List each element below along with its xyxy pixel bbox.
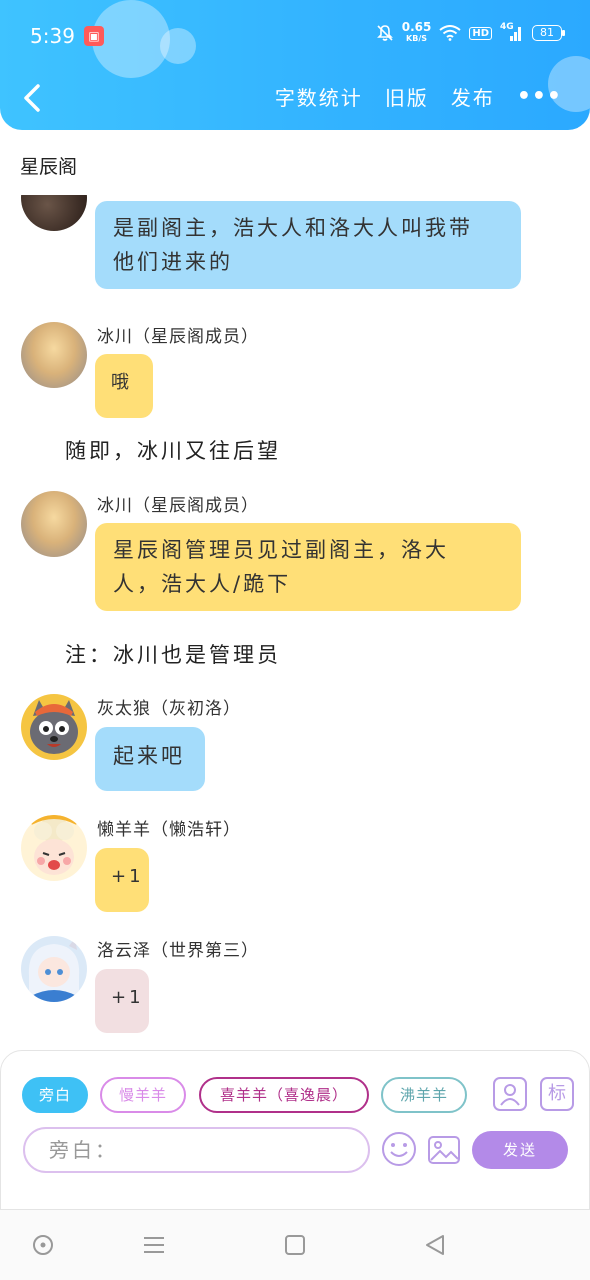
chat-area[interactable]: 是副阁主，浩大人和洛大人叫我带 他们进来的 冰川（星辰阁成员） 哦 随即，冰川又… — [0, 195, 590, 1050]
message-line: 是副阁主，浩大人和洛大人叫我带 — [113, 216, 473, 240]
message-line: +1 — [111, 987, 144, 1008]
role-chip-man-yang-yang[interactable]: 慢羊羊 — [100, 1077, 186, 1113]
word-count-button[interactable]: 字数统计 — [275, 82, 363, 111]
top-header: 5:39 ▣ 0.65 KB/S HD 4G 81 字数统计 旧版 发布 ••• — [0, 0, 590, 130]
role-chip-xi-yang-yang[interactable]: 喜羊羊（喜逸晨） — [199, 1077, 369, 1113]
net-speed: 0.65 KB/S — [401, 20, 432, 44]
toolbar: 字数统计 旧版 发布 ••• — [0, 78, 590, 118]
sheep-avatar[interactable] — [21, 815, 87, 881]
message-bubble[interactable]: +1 — [95, 848, 149, 912]
clock: 5:39 — [30, 24, 75, 48]
mute-bell-icon — [376, 25, 393, 41]
narration-text: 注：冰川也是管理员 — [65, 643, 281, 667]
label-button[interactable]: 标 — [540, 1077, 574, 1111]
message-line: 起来吧 — [113, 744, 185, 768]
status-bar: 5:39 ▣ 0.65 KB/S HD 4G 81 — [0, 18, 590, 54]
triangle-back-icon — [426, 1235, 444, 1255]
person-icon — [500, 1084, 520, 1106]
sender-name: 灰太狼（灰初洛） — [97, 699, 241, 719]
net-speed-value: 0.65 — [401, 20, 432, 34]
system-nav-bar — [0, 1210, 590, 1280]
role-chip-narration[interactable]: 旁白 — [22, 1077, 88, 1113]
sender-name: 懒羊羊（懒浩轩） — [97, 820, 241, 840]
character-face-icon — [28, 938, 80, 1002]
avatar[interactable] — [21, 195, 87, 231]
message-line: 人，浩大人/跪下 — [113, 572, 292, 596]
chevron-left-icon — [24, 84, 40, 112]
battery-indicator: 81 — [532, 25, 565, 41]
message-bubble[interactable]: 哦 — [95, 354, 153, 418]
image-icon — [428, 1136, 460, 1164]
message-input[interactable]: 旁白： — [23, 1127, 370, 1173]
assistant-button[interactable] — [30, 1232, 56, 1258]
back-button[interactable] — [18, 80, 58, 116]
character-select-button[interactable] — [493, 1077, 527, 1111]
wolf-face-icon — [30, 700, 78, 754]
old-version-button[interactable]: 旧版 — [385, 82, 429, 111]
app-notification-icon: ▣ — [84, 26, 104, 46]
sender-name: 冰川（星辰阁成员） — [97, 327, 259, 347]
sheep-face-icon — [30, 815, 78, 875]
smiley-icon — [382, 1132, 416, 1166]
image-button[interactable] — [427, 1133, 461, 1167]
message-line: 他们进来的 — [113, 250, 233, 274]
sender-name: 冰川（星辰阁成员） — [97, 496, 259, 516]
square-icon — [285, 1235, 305, 1255]
avatar[interactable] — [21, 491, 87, 557]
net-speed-unit: KB/S — [406, 34, 428, 43]
message-line: 哦 — [111, 372, 132, 393]
role-chip-fei-yang-yang[interactable]: 沸羊羊 — [381, 1077, 467, 1113]
send-button[interactable]: 发送 — [472, 1131, 568, 1169]
emoji-button[interactable] — [381, 1131, 417, 1167]
toolbar-actions: 字数统计 旧版 发布 ••• — [275, 82, 562, 111]
avatar[interactable] — [21, 322, 87, 388]
more-menu-button[interactable]: ••• — [517, 84, 562, 109]
channel-title: 星辰阁 — [20, 156, 78, 178]
label-icon-text: 标 — [548, 1083, 566, 1104]
circle-dot-icon — [33, 1235, 53, 1255]
hamburger-icon — [144, 1237, 164, 1253]
message-bubble[interactable]: +1 — [95, 969, 149, 1033]
message-bubble[interactable]: 起来吧 — [95, 727, 205, 791]
message-bubble[interactable]: 星辰阁管理员见过副阁主，洛大 人，浩大人/跪下 — [95, 523, 521, 611]
menu-button[interactable] — [141, 1232, 167, 1258]
narration-text: 随即，冰川又往后望 — [65, 439, 281, 463]
status-icons: 0.65 KB/S HD 4G 81 — [376, 20, 565, 44]
publish-button[interactable]: 发布 — [451, 82, 495, 111]
hd-badge: HD — [469, 26, 492, 40]
wifi-icon — [439, 25, 461, 41]
sender-name: 洛云泽（世界第三） — [97, 941, 259, 961]
message-line: +1 — [111, 866, 144, 887]
compose-panel: 旁白 慢羊羊 喜羊羊（喜逸晨） 沸羊羊 标 旁白： 发送 — [0, 1050, 590, 1210]
message-bubble[interactable]: 是副阁主，浩大人和洛大人叫我带 他们进来的 — [95, 201, 521, 289]
back-nav-button[interactable] — [422, 1232, 448, 1258]
signal-icon: 4G — [500, 22, 524, 42]
home-button[interactable] — [282, 1232, 308, 1258]
character-avatar[interactable] — [21, 936, 87, 1002]
message-line: 星辰阁管理员见过副阁主，洛大 — [113, 538, 449, 562]
wolf-avatar[interactable] — [21, 694, 87, 760]
